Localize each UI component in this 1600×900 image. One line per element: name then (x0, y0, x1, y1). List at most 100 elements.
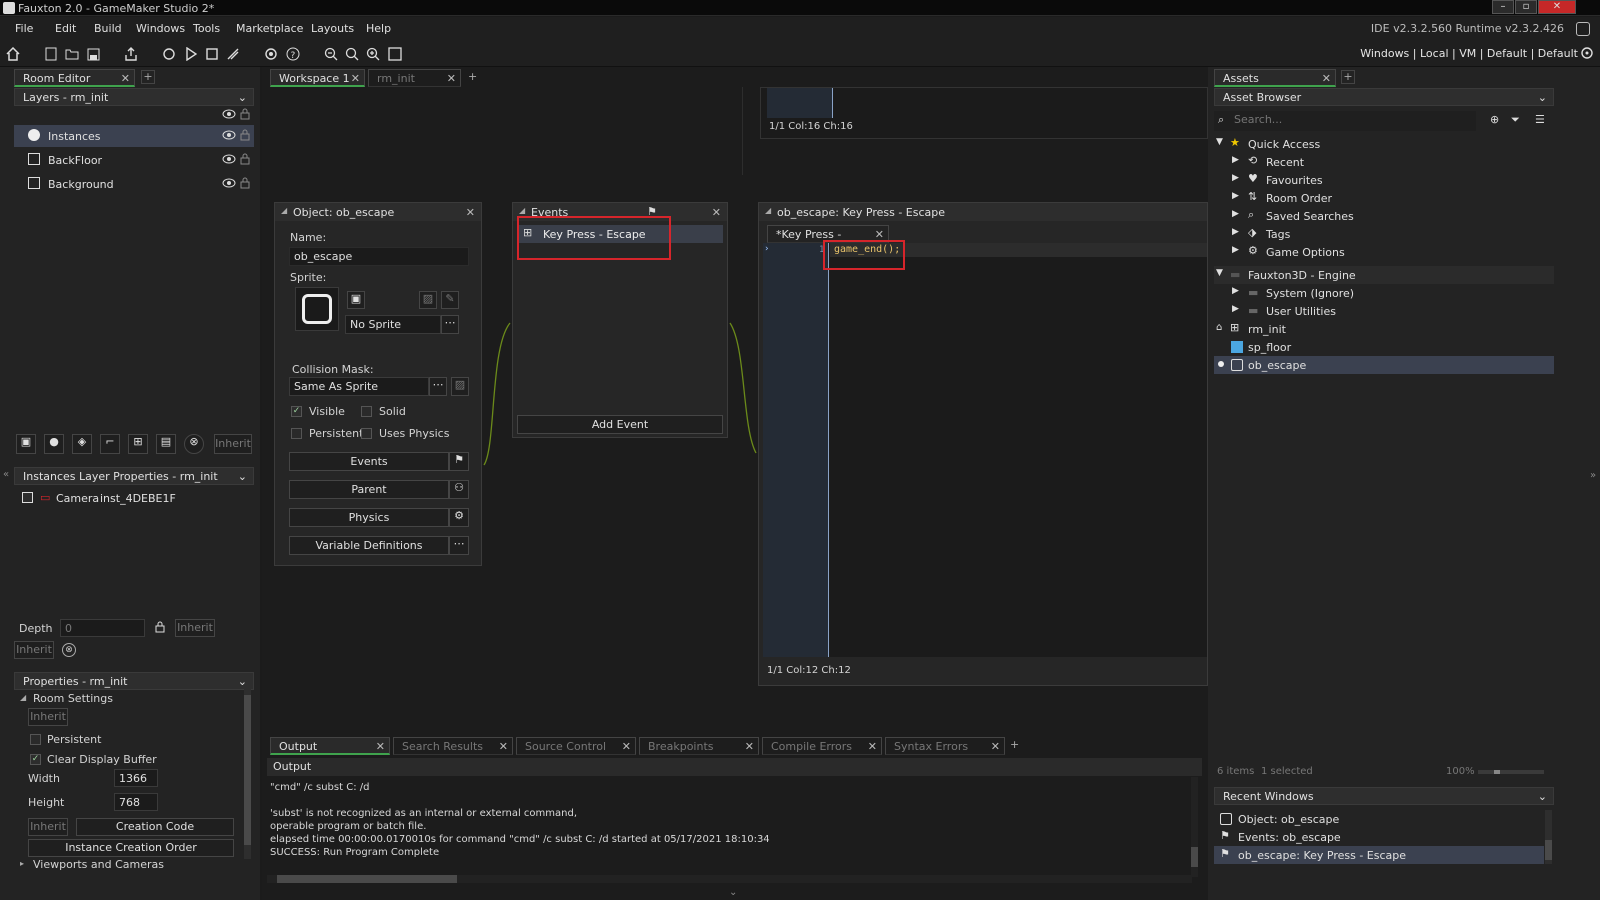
home-icon[interactable] (4, 45, 22, 63)
persistent-checkbox[interactable] (291, 428, 302, 439)
fullscreen-icon[interactable] (386, 45, 404, 63)
menu-edit[interactable]: Edit (55, 22, 76, 35)
add-output-tab-button[interactable]: + (1010, 738, 1019, 751)
tree-room-order[interactable]: ▶ ⇅ Room Order (1214, 189, 1554, 207)
solid-checkbox[interactable] (361, 406, 372, 417)
run-icon[interactable] (182, 45, 200, 63)
tab-workspace-1[interactable]: Workspace 1 ✕ (270, 69, 365, 87)
uses-physics-checkbox[interactable] (361, 428, 372, 439)
close-icon[interactable]: ✕ (868, 740, 877, 753)
tab-search-results[interactable]: Search Results ✕ (393, 737, 513, 755)
layer-row-background[interactable]: Background (14, 173, 254, 195)
creation-code-button[interactable]: Creation Code (76, 818, 234, 836)
close-icon[interactable]: ✕ (499, 740, 508, 753)
tab-syntax-errors[interactable]: Syntax Errors ✕ (885, 737, 1005, 755)
maximize-button[interactable]: ▫ (1515, 0, 1537, 14)
search-box[interactable]: ⌕ (1214, 111, 1476, 131)
instance-row-camera[interactable]: ▭ Camera inst_4DEBE1F (14, 487, 254, 509)
menu-help[interactable]: Help (366, 22, 391, 35)
close-icon[interactable]: ✕ (121, 72, 130, 85)
delete-layer-button[interactable]: ⊗ (184, 434, 204, 454)
menu-icon[interactable]: ☰ (1535, 113, 1545, 126)
zoom-reset-icon[interactable] (343, 45, 361, 63)
recent-scrollbar[interactable] (1545, 810, 1552, 864)
target-selector[interactable]: Windows | Local | VM | Default | Default (1360, 47, 1578, 60)
tree-engine-folder[interactable]: ▼ ▬ Fauxton3D - Engine (1214, 266, 1554, 284)
properties-scrollbar[interactable] (244, 689, 251, 859)
tree-quick-access[interactable]: ▼ ★ Quick Access (1214, 135, 1554, 153)
parent-icon[interactable]: ⚇ (449, 480, 469, 499)
close-icon[interactable]: ✕ (376, 740, 385, 753)
lock-icon[interactable] (240, 108, 250, 120)
search-input[interactable] (1234, 113, 1464, 126)
camera-visible-checkbox[interactable] (22, 492, 33, 503)
create-asset-icon[interactable]: ⊕ (1490, 113, 1499, 126)
new-project-icon[interactable] (42, 45, 60, 63)
sprite-browse-button[interactable]: ⋯ (441, 315, 459, 334)
layer-row-backfloor[interactable]: BackFloor (14, 149, 254, 171)
chat-icon[interactable] (1576, 22, 1590, 36)
gear-icon[interactable]: ⚙ (449, 508, 469, 527)
output-hscrollbar[interactable] (267, 875, 1192, 883)
tab-assets[interactable]: Assets ✕ (1214, 69, 1336, 87)
new-sprite-icon[interactable]: ▣ (347, 291, 365, 309)
lock-icon[interactable] (240, 129, 250, 141)
close-icon[interactable]: ✕ (745, 740, 754, 753)
add-event-button[interactable]: Add Event (517, 415, 723, 434)
collision-mask-select[interactable]: Same As Sprite (289, 377, 429, 396)
menu-build[interactable]: Build (94, 22, 122, 35)
layer-inherit-button[interactable]: Inherit (14, 641, 54, 659)
tree-tags[interactable]: ▶ ⬗ Tags (1214, 225, 1554, 243)
depth-input[interactable]: 0 (60, 619, 145, 637)
debug-icon[interactable] (160, 45, 178, 63)
eye-icon[interactable] (222, 130, 236, 140)
physics-button[interactable]: Physics (289, 508, 449, 527)
tree-favourites[interactable]: ▶ ♥ Favourites (1214, 171, 1554, 189)
lock-icon[interactable] (240, 153, 250, 165)
clean-icon[interactable] (224, 45, 242, 63)
clear-display-buffer-checkbox[interactable]: ✓ (30, 754, 41, 765)
tab-source-control[interactable]: Source Control ✕ (516, 737, 636, 755)
more-icon[interactable]: ⋯ (449, 536, 469, 555)
zoom-slider[interactable] (1478, 770, 1544, 774)
tree-rm-init[interactable]: ⌂ ⊞ rm_init (1214, 320, 1554, 338)
tab-breakpoints[interactable]: Breakpoints ✕ (639, 737, 759, 755)
edit-mask-icon[interactable]: ▨ (451, 377, 469, 396)
help-icon[interactable]: ? (284, 45, 302, 63)
expand-triangle-icon[interactable]: ◢ (20, 693, 26, 702)
tab-room-editor[interactable]: Room Editor ✕ (14, 69, 135, 87)
export-icon[interactable] (122, 45, 140, 63)
close-icon[interactable]: ✕ (1322, 72, 1331, 85)
add-folder-button[interactable]: ▤ (156, 434, 176, 454)
asset-browser-header[interactable]: Asset Browser ⌄ (1214, 88, 1554, 106)
menu-layouts[interactable]: Layouts (311, 22, 354, 35)
tree-game-options[interactable]: ▶ ⚙ Game Options (1214, 243, 1554, 261)
minimize-button[interactable]: – (1492, 0, 1514, 14)
stop-icon[interactable] (203, 45, 221, 63)
target-settings-icon[interactable] (1580, 46, 1594, 60)
clear-inherit-icon[interactable]: ⊗ (62, 643, 76, 657)
menu-windows[interactable]: Windows (136, 22, 185, 35)
collapse-right-icon[interactable]: » (1590, 470, 1596, 481)
recent-code-key-press-escape[interactable]: ⚑ ob_escape: Key Press - Escape (1214, 846, 1544, 864)
width-input[interactable]: 1366 (114, 769, 158, 787)
code-area[interactable]: › 1 game_end(); (763, 243, 1207, 657)
edit-sprite-icon[interactable]: ▨ (419, 291, 437, 309)
collapse-down-icon[interactable]: ⌄ (729, 887, 737, 898)
settings-icon[interactable] (262, 45, 280, 63)
layers-header[interactable]: Layers - rm_init ⌄ (14, 88, 254, 106)
zoom-out-icon[interactable] (322, 45, 340, 63)
collapse-triangle-icon[interactable]: ▸ (20, 859, 24, 868)
tree-user-utilities-folder[interactable]: ▶ ▬ User Utilities (1214, 302, 1554, 320)
add-workspace-button[interactable]: + (468, 70, 477, 83)
visible-checkbox[interactable]: ✓ (291, 406, 302, 417)
collision-browse-button[interactable]: ⋯ (429, 377, 447, 396)
output-vscrollbar[interactable] (1191, 777, 1198, 877)
tree-system-folder[interactable]: ▶ ▬ System (Ignore) (1214, 284, 1554, 302)
inherit-button[interactable]: Inherit (214, 434, 252, 454)
recent-windows-header[interactable]: Recent Windows ⌄ (1214, 787, 1554, 805)
add-tab-button[interactable]: + (1341, 70, 1355, 84)
creation-code-inherit-button[interactable]: Inherit (28, 818, 68, 836)
add-background-layer-button[interactable]: ▣ (16, 434, 36, 454)
menu-file[interactable]: File (15, 22, 33, 35)
